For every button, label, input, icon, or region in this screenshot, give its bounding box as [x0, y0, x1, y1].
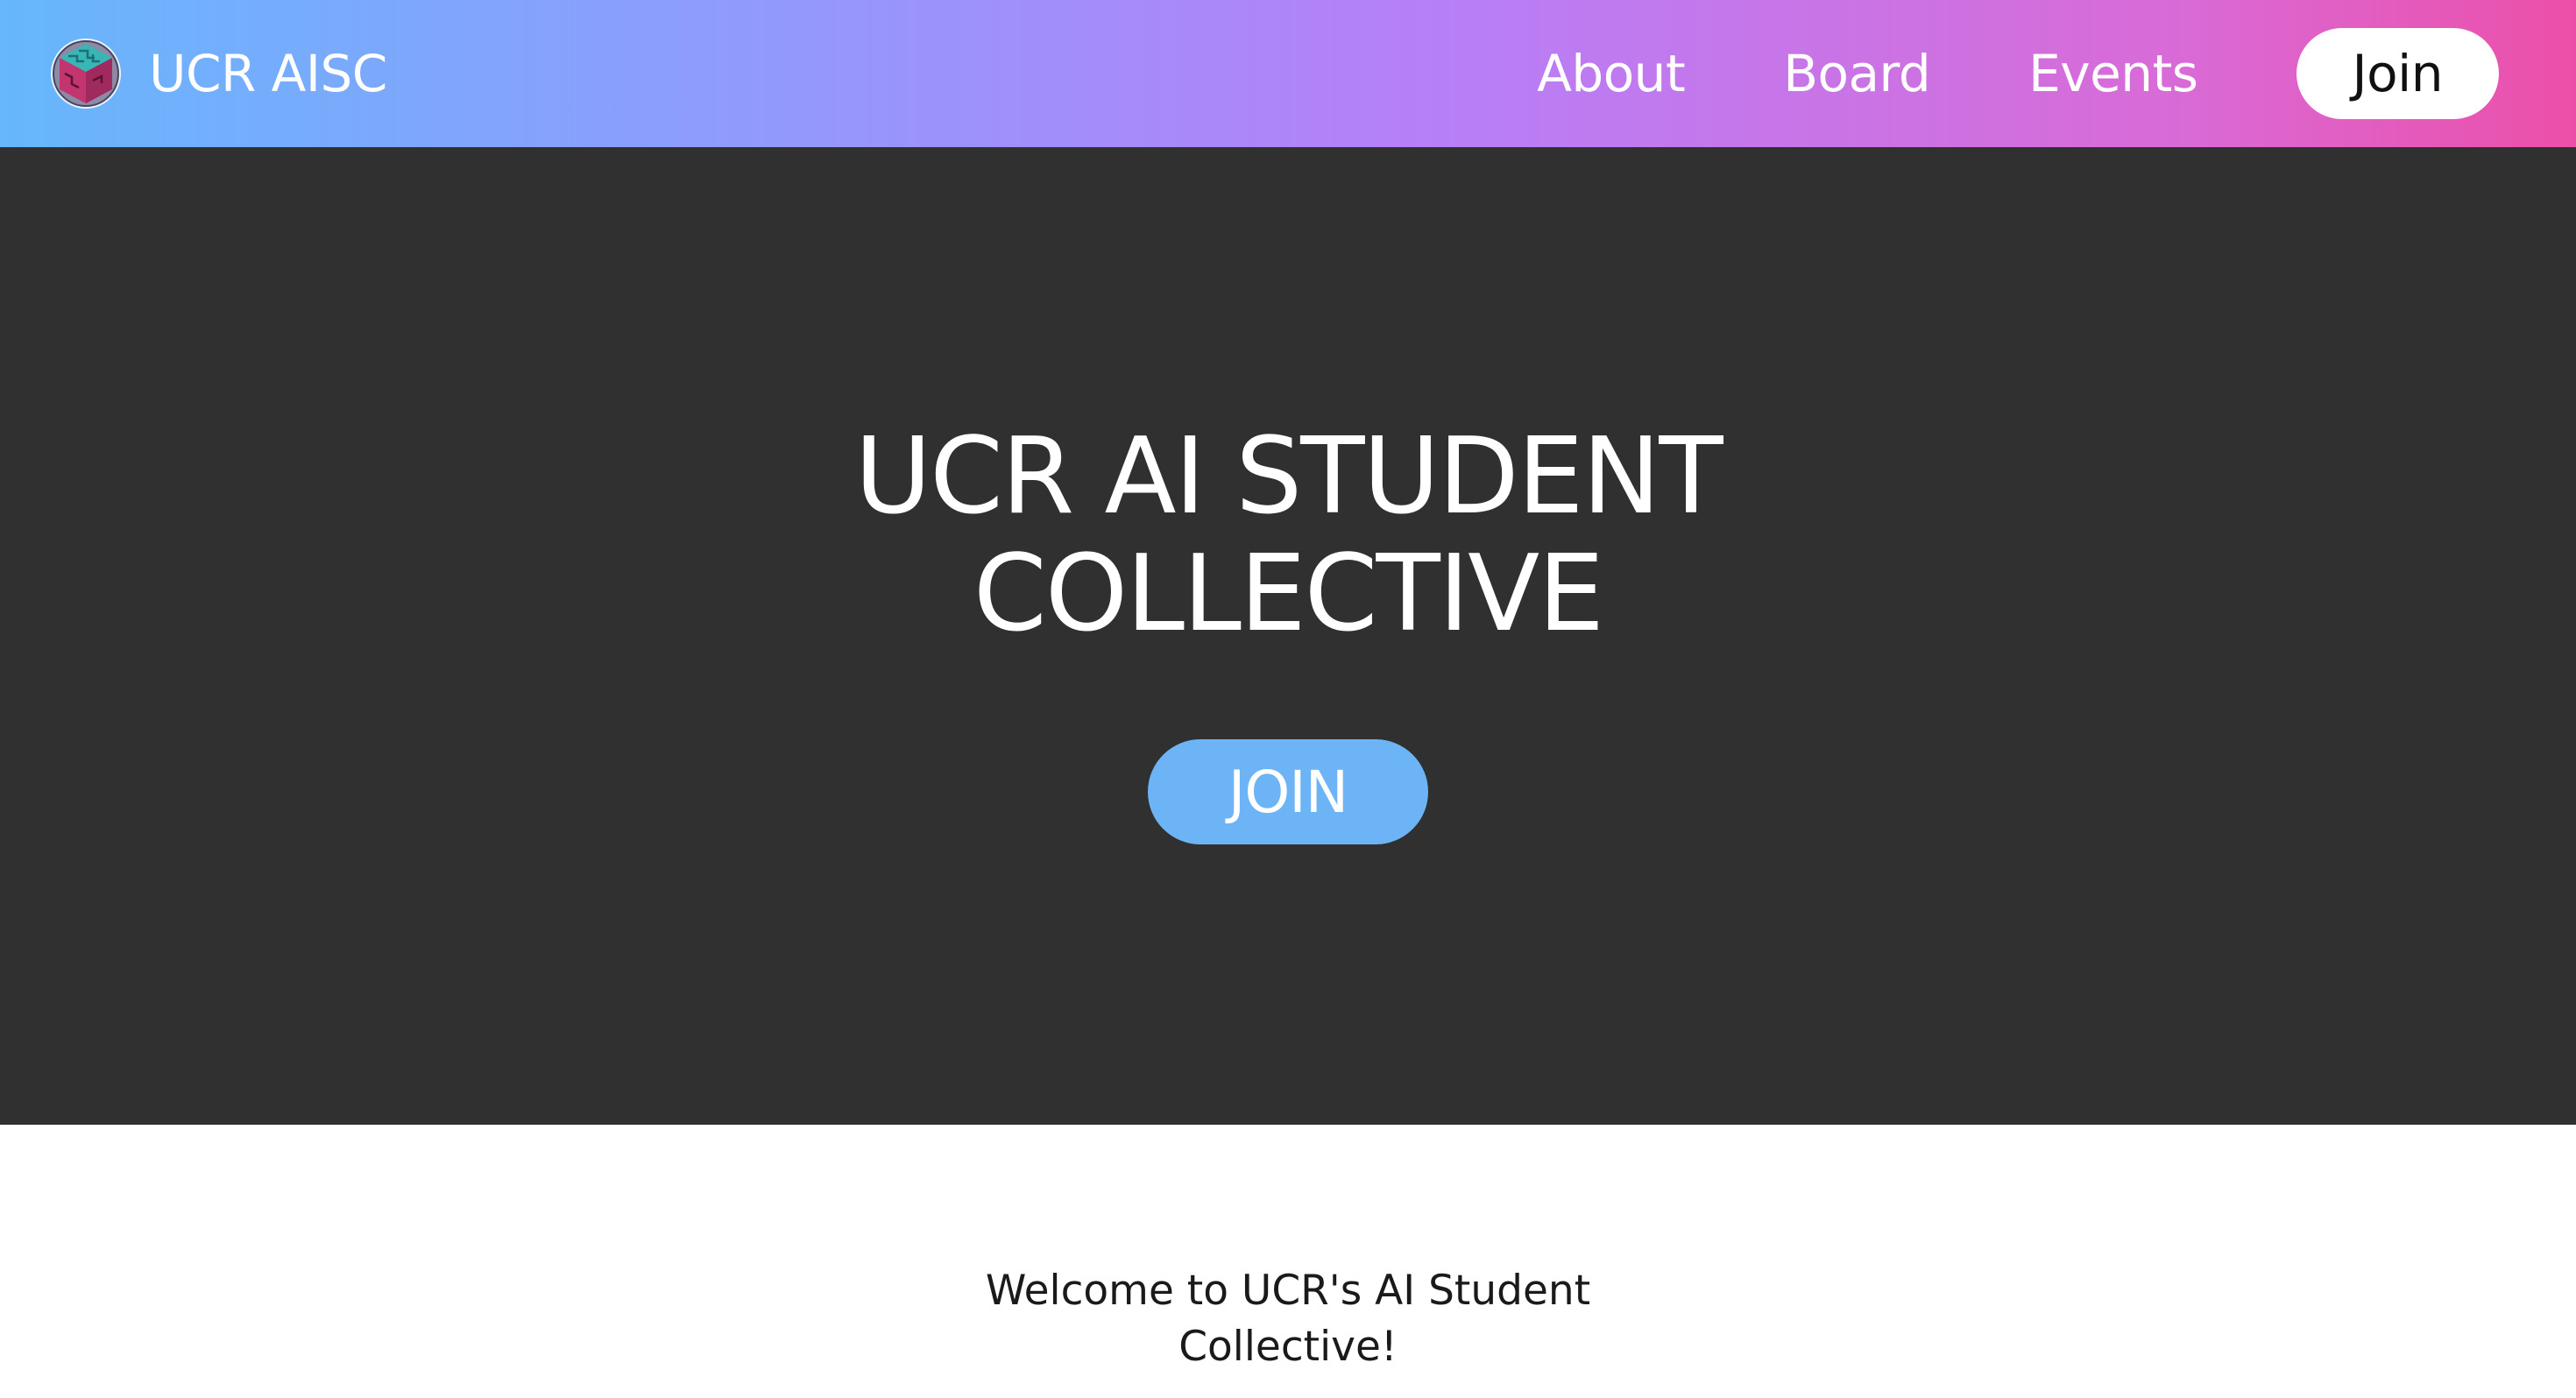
- nav-events-link[interactable]: Events: [2028, 44, 2198, 103]
- top-navbar: UCR AISC About Board Events Join: [0, 0, 2576, 147]
- aisc-cube-logo-icon: [51, 39, 121, 109]
- nav-about-link[interactable]: About: [1537, 44, 1685, 103]
- brand-name: UCR AISC: [149, 44, 387, 103]
- hero-title-line-2: COLLECTIVE: [973, 533, 1604, 655]
- brand-home-link[interactable]: UCR AISC: [49, 35, 387, 112]
- hero-section: UCR AI STUDENT COLLECTIVE JOIN: [0, 147, 2576, 1125]
- welcome-line-1: Welcome to UCR's AI Student: [985, 1267, 1591, 1315]
- welcome-text: Welcome to UCR's AI Student Collective!: [0, 1263, 2576, 1375]
- welcome-line-2: Collective!: [1178, 1323, 1398, 1371]
- hero-title: UCR AI STUDENT COLLECTIVE: [0, 419, 2576, 653]
- hero-join-button[interactable]: JOIN: [1148, 739, 1428, 844]
- nav-board-link[interactable]: Board: [1783, 44, 1930, 103]
- nav-join-button[interactable]: Join: [2296, 28, 2499, 119]
- hero-title-line-1: UCR AI STUDENT: [854, 416, 1723, 538]
- main-nav: About Board Events Join: [1537, 28, 2499, 119]
